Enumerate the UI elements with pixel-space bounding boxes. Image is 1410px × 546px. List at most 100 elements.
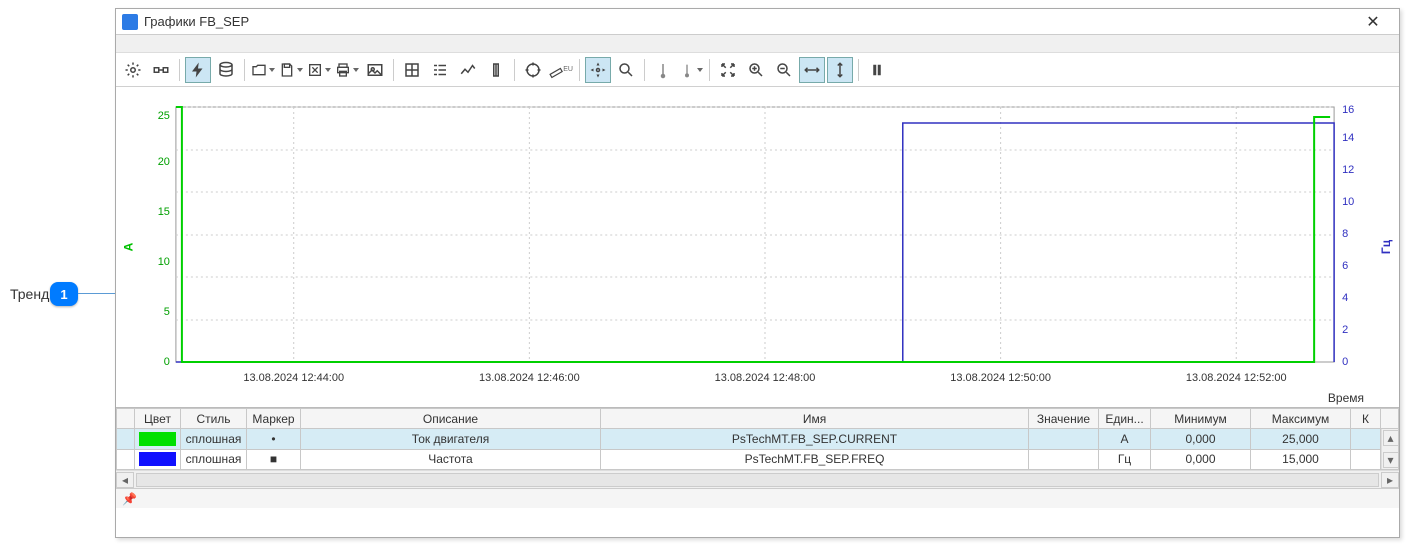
col-max[interactable]: Максимум xyxy=(1251,409,1351,429)
x-axis-label: Время xyxy=(1328,391,1364,405)
zoom-x-button[interactable] xyxy=(799,57,825,83)
save-button[interactable] xyxy=(278,57,304,83)
cell-desc[interactable]: Ток двигателя xyxy=(301,429,601,450)
print-button[interactable] xyxy=(334,57,360,83)
grid-button[interactable] xyxy=(399,57,425,83)
cell-value[interactable] xyxy=(1029,449,1099,470)
series-current xyxy=(176,107,1330,362)
y-axis-left-label: А xyxy=(121,243,135,252)
table-row[interactable]: сплошная ■ Частота PsTechMT.FB_SEP.FREQ … xyxy=(117,449,1399,470)
legend-button[interactable] xyxy=(427,57,453,83)
marker-left-button[interactable] xyxy=(650,57,676,83)
live-button[interactable] xyxy=(185,57,211,83)
menu-bar xyxy=(116,35,1399,53)
toolbar-separator xyxy=(709,59,710,81)
zoom-y-button[interactable] xyxy=(827,57,853,83)
scroll-down-button[interactable]: ▾ xyxy=(1383,452,1399,468)
x-tick: 13.08.2024 12:44:00 xyxy=(243,372,344,384)
chart-area[interactable]: 0 5 10 15 20 25 0 2 4 6 8 10 12 14 16 xyxy=(116,87,1399,407)
toolbar-separator xyxy=(858,59,859,81)
zoom-area-button[interactable] xyxy=(613,57,639,83)
cell-marker[interactable]: • xyxy=(247,429,301,450)
scroll-right-button[interactable]: ▸ xyxy=(1381,472,1399,488)
cell-color[interactable] xyxy=(135,429,181,450)
titlebar: Графики FB_SEP ✕ xyxy=(116,9,1399,35)
svg-text:0: 0 xyxy=(164,356,170,368)
x-tick: 13.08.2024 12:50:00 xyxy=(950,372,1051,384)
window-title: Графики FB_SEP xyxy=(144,14,1353,29)
col-color[interactable]: Цвет xyxy=(135,409,181,429)
svg-text:6: 6 xyxy=(1342,260,1348,272)
zoom-out-button[interactable] xyxy=(771,57,797,83)
col-marker[interactable]: Маркер xyxy=(247,409,301,429)
svg-text:20: 20 xyxy=(158,156,170,168)
fit-all-button[interactable] xyxy=(715,57,741,83)
y-axis-right-label: Гц xyxy=(1379,240,1393,254)
svg-text:10: 10 xyxy=(1342,196,1354,208)
color-swatch xyxy=(139,452,176,466)
cell-unit[interactable]: Гц xyxy=(1099,449,1151,470)
close-button[interactable]: ✕ xyxy=(1353,12,1393,32)
settings-button[interactable] xyxy=(120,57,146,83)
col-unit[interactable]: Един... xyxy=(1099,409,1151,429)
scroll-track[interactable] xyxy=(136,473,1379,487)
series-freq xyxy=(176,123,1334,362)
col-desc[interactable]: Описание xyxy=(301,409,601,429)
screenshot-button[interactable] xyxy=(362,57,388,83)
trend-type-button[interactable] xyxy=(455,57,481,83)
pin-icon[interactable]: 📌 xyxy=(122,492,137,506)
cell-k[interactable] xyxy=(1351,449,1381,470)
pause-button[interactable] xyxy=(864,57,890,83)
col-name[interactable]: Имя xyxy=(601,409,1029,429)
zoom-in-button[interactable] xyxy=(743,57,769,83)
toolbar: EU xyxy=(116,53,1399,87)
cursor-info-button[interactable] xyxy=(483,57,509,83)
cell-color[interactable] xyxy=(135,449,181,470)
row-handle[interactable] xyxy=(117,449,135,470)
pan-button[interactable] xyxy=(585,57,611,83)
cell-style[interactable]: сплошная xyxy=(181,449,247,470)
connection-button[interactable] xyxy=(148,57,174,83)
svg-text:15: 15 xyxy=(158,206,170,218)
scroll-left-button[interactable]: ◂ xyxy=(116,472,134,488)
cell-marker[interactable]: ■ xyxy=(247,449,301,470)
horizontal-scrollbar[interactable]: ◂ ▸ xyxy=(116,470,1399,488)
col-k[interactable]: К xyxy=(1351,409,1381,429)
svg-text:0: 0 xyxy=(1342,356,1348,368)
export-excel-button[interactable] xyxy=(306,57,332,83)
cell-min[interactable]: 0,000 xyxy=(1151,449,1251,470)
table-header-row: Цвет Стиль Маркер Описание Имя Значение … xyxy=(117,409,1399,429)
cell-unit[interactable]: А xyxy=(1099,429,1151,450)
cell-desc[interactable]: Частота xyxy=(301,449,601,470)
ruler-button[interactable]: EU xyxy=(548,57,574,83)
open-button[interactable] xyxy=(250,57,276,83)
cell-max[interactable]: 15,000 xyxy=(1251,449,1351,470)
col-value[interactable]: Значение xyxy=(1029,409,1099,429)
crosshair-button[interactable] xyxy=(520,57,546,83)
cell-name[interactable]: PsTechMT.FB_SEP.FREQ xyxy=(601,449,1029,470)
svg-text:4: 4 xyxy=(1342,292,1348,304)
svg-text:8: 8 xyxy=(1342,228,1348,240)
callout-badge: 1 xyxy=(50,282,78,306)
svg-text:16: 16 xyxy=(1342,104,1354,116)
scroll-up-button[interactable]: ▴ xyxy=(1383,430,1399,446)
cell-max[interactable]: 25,000 xyxy=(1251,429,1351,450)
table-row[interactable]: сплошная • Ток двигателя PsTechMT.FB_SEP… xyxy=(117,429,1399,450)
cell-value[interactable] xyxy=(1029,429,1099,450)
color-swatch xyxy=(139,432,176,446)
pen-table: Цвет Стиль Маркер Описание Имя Значение … xyxy=(116,407,1399,488)
trend-window: Графики FB_SEP ✕ EU xyxy=(115,8,1400,538)
toolbar-separator xyxy=(579,59,580,81)
row-handle[interactable] xyxy=(117,429,135,450)
x-tick: 13.08.2024 12:46:00 xyxy=(479,372,580,384)
col-style[interactable]: Стиль xyxy=(181,409,247,429)
svg-text:5: 5 xyxy=(164,306,170,318)
cell-name[interactable]: PsTechMT.FB_SEP.CURRENT xyxy=(601,429,1029,450)
marker-right-button[interactable] xyxy=(678,57,704,83)
col-min[interactable]: Минимум xyxy=(1151,409,1251,429)
vscroll-spacer xyxy=(1381,409,1399,429)
cell-k[interactable] xyxy=(1351,429,1381,450)
cell-min[interactable]: 0,000 xyxy=(1151,429,1251,450)
cell-style[interactable]: сплошная xyxy=(181,429,247,450)
database-button[interactable] xyxy=(213,57,239,83)
